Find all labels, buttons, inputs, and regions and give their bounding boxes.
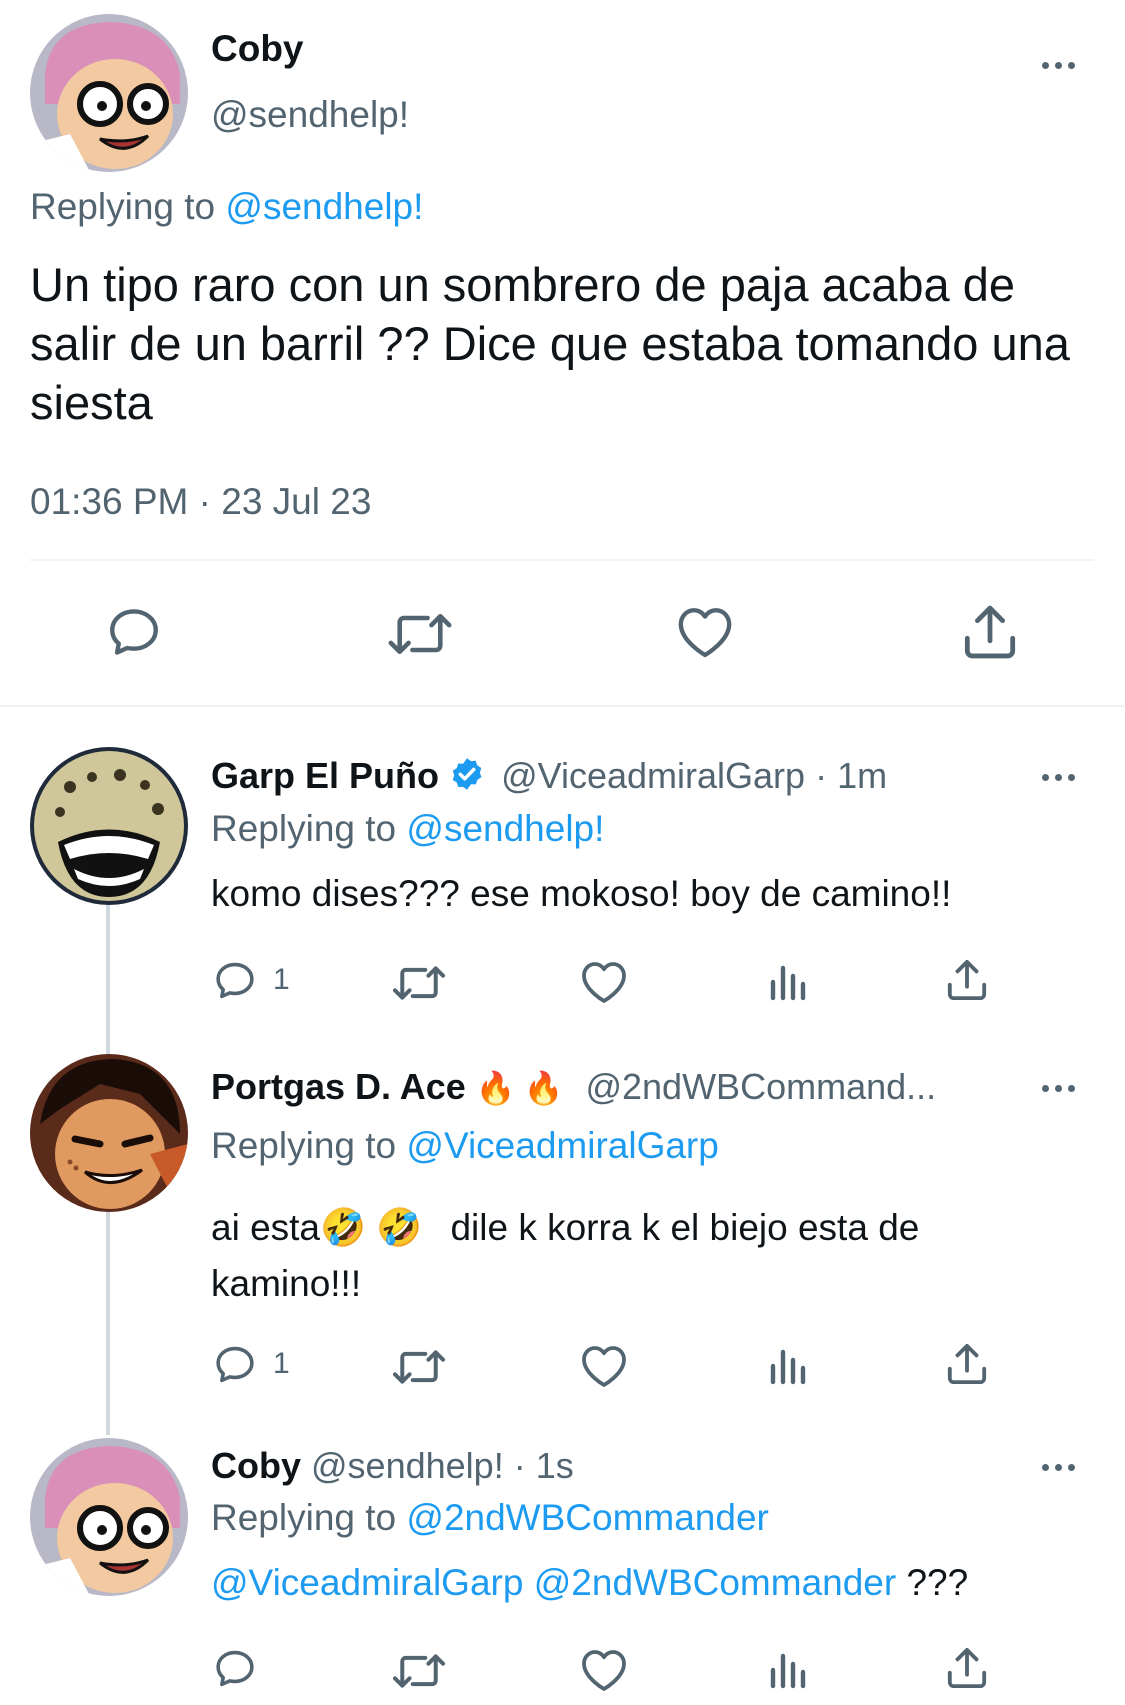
replying-to-line: Replying to @sendhelp!	[211, 808, 604, 850]
more-icon[interactable]	[1042, 770, 1082, 784]
like-icon[interactable]	[580, 960, 628, 1004]
reply-time[interactable]: · 1m	[815, 755, 887, 796]
reply-header: Coby @sendhelp! · 1s	[211, 1445, 574, 1487]
reply-count: 1	[273, 1347, 290, 1380]
reply-text: @ViceadmiralGarp @2ndWBCommander ???	[211, 1562, 968, 1604]
divider	[0, 705, 1125, 707]
share-icon[interactable]	[962, 603, 1018, 661]
avatar-ace[interactable]	[30, 1054, 188, 1212]
replying-to-label: Replying to	[211, 1497, 397, 1538]
reply-header: Garp El Puño @ViceadmiralGarp · 1m	[211, 755, 887, 797]
mention-link[interactable]: @2ndWBCommander	[534, 1562, 896, 1603]
reply-text-part: ai esta	[211, 1207, 321, 1248]
divider	[30, 559, 1094, 561]
retweet-icon[interactable]	[391, 960, 447, 1006]
share-icon[interactable]	[946, 1342, 988, 1386]
reply-text-part: dile k korra k el biejo esta de	[450, 1207, 920, 1248]
like-icon[interactable]	[676, 605, 734, 659]
fire-emoji: 🔥🔥	[475, 1070, 572, 1106]
replying-to-link[interactable]: @ViceadmiralGarp	[406, 1125, 718, 1166]
reply-header: Portgas D. Ace 🔥🔥 @2ndWBCommand...	[211, 1066, 936, 1108]
replying-to-line: Replying to @ViceadmiralGarp	[211, 1125, 719, 1167]
retweet-icon[interactable]	[387, 606, 453, 662]
avatar-coby[interactable]	[30, 1438, 188, 1596]
author-handle[interactable]: @sendhelp!	[211, 94, 409, 136]
author-handle[interactable]: @ViceadmiralGarp	[501, 755, 805, 796]
author-name[interactable]: Portgas D. Ace	[211, 1066, 466, 1107]
author-name[interactable]: Coby	[211, 1445, 301, 1486]
author-name[interactable]: Coby	[211, 28, 304, 70]
reply-icon[interactable]	[104, 603, 164, 661]
laughing-emoji: 🤣🤣	[320, 1207, 433, 1248]
reply-text: komo dises??? ese mokoso! boy de camino!…	[211, 873, 952, 914]
reply-icon[interactable]	[212, 958, 258, 1003]
share-icon[interactable]	[946, 958, 988, 1002]
like-icon[interactable]	[580, 1648, 628, 1692]
reply-text-part: kamino!!!	[211, 1263, 362, 1304]
views-icon[interactable]	[767, 962, 807, 1002]
reply-time[interactable]: · 1s	[514, 1445, 574, 1486]
author-name[interactable]: Garp El Puño	[211, 755, 439, 796]
reply-icon[interactable]	[212, 1342, 258, 1387]
replying-to-label: Replying to	[211, 1125, 397, 1166]
replying-to-link[interactable]: @2ndWBCommander	[406, 1497, 768, 1538]
avatar-garp[interactable]	[30, 747, 188, 905]
reply-text-part: ???	[906, 1562, 969, 1603]
more-icon[interactable]	[1042, 1460, 1082, 1474]
author-handle[interactable]: @2ndWBCommand...	[585, 1066, 936, 1107]
replying-to-line: Replying to @sendhelp!	[30, 186, 423, 228]
share-icon[interactable]	[946, 1646, 988, 1690]
replying-to-line: Replying to @2ndWBCommander	[211, 1497, 769, 1539]
replying-to-label: Replying to	[30, 186, 216, 227]
more-icon[interactable]	[1042, 1081, 1082, 1095]
avatar-coby[interactable]	[30, 14, 188, 172]
replying-to-link[interactable]: @sendhelp!	[225, 186, 423, 227]
mention-link[interactable]: @ViceadmiralGarp	[211, 1562, 523, 1603]
tweet-timestamp[interactable]: 01:36 PM · 23 Jul 23	[30, 481, 371, 523]
tweet-text: Un tipo raro con un sombrero de paja aca…	[30, 258, 1070, 429]
views-icon[interactable]	[767, 1346, 807, 1386]
retweet-icon[interactable]	[391, 1648, 447, 1694]
views-icon[interactable]	[767, 1650, 807, 1690]
author-handle[interactable]: @sendhelp!	[311, 1445, 504, 1486]
reply-icon[interactable]	[212, 1646, 258, 1691]
retweet-icon[interactable]	[391, 1344, 447, 1390]
replying-to-link[interactable]: @sendhelp!	[406, 808, 604, 849]
reply-count: 1	[273, 963, 290, 996]
more-icon[interactable]	[1042, 58, 1082, 72]
reply-text: ai esta🤣🤣 dile k korra k el biejo esta d…	[211, 1200, 1091, 1312]
replying-to-label: Replying to	[211, 808, 397, 849]
like-icon[interactable]	[580, 1344, 628, 1388]
verified-badge-icon	[449, 756, 485, 792]
